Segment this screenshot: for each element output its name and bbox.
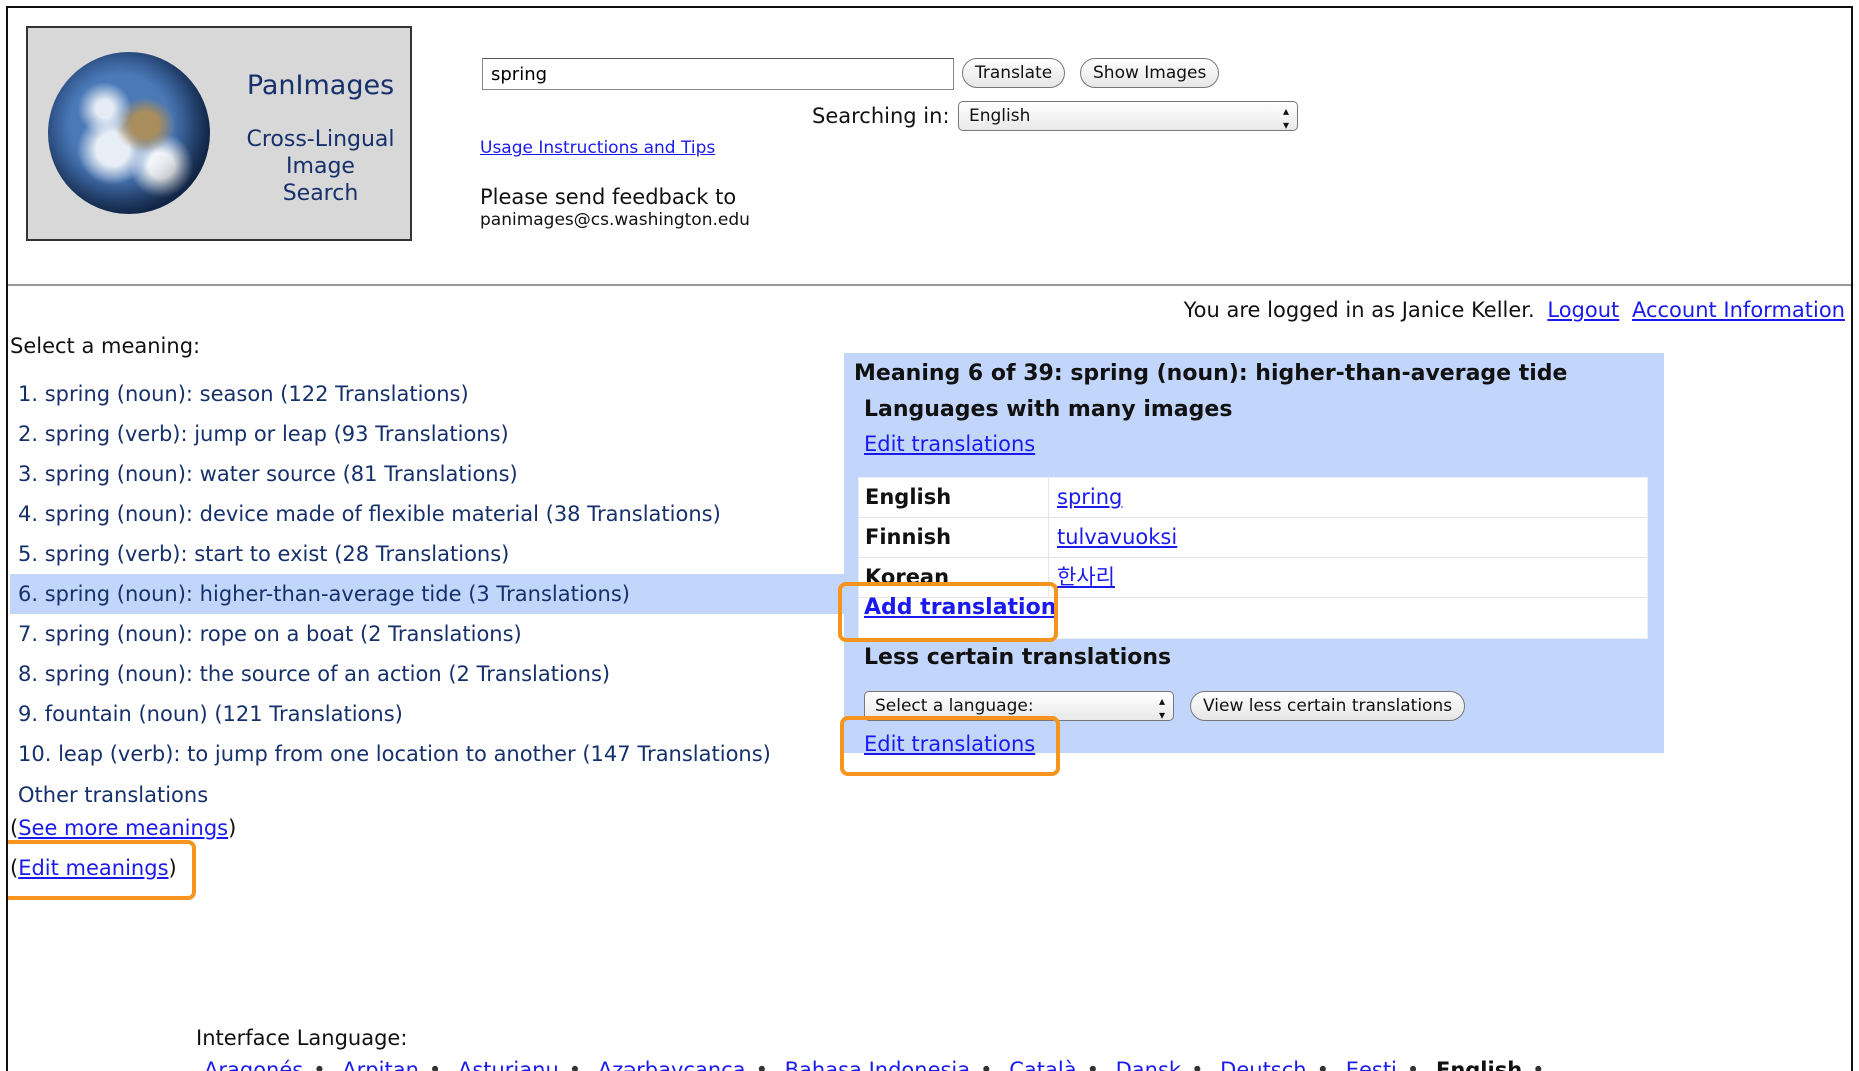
meanings-list: 1. spring (noun): season (122 Translatio… bbox=[10, 374, 850, 774]
less-certain-heading: Less certain translations bbox=[864, 645, 1172, 670]
feedback-email: panimages@cs.washington.edu bbox=[480, 210, 750, 230]
edit-translations-link[interactable]: Edit translations bbox=[864, 432, 1035, 456]
meaning-item[interactable]: 9. fountain (noun) (121 Translations) bbox=[10, 694, 850, 734]
globe-icon bbox=[48, 52, 210, 214]
meaning-item[interactable]: 1. spring (noun): season (122 Translatio… bbox=[10, 374, 850, 414]
meaning-item[interactable]: 7. spring (noun): rope on a boat (2 Tran… bbox=[10, 614, 850, 654]
interface-language-link[interactable]: Aragonés bbox=[204, 1058, 303, 1071]
logo-title: PanImages bbox=[246, 70, 395, 101]
logout-link[interactable]: Logout bbox=[1547, 298, 1619, 322]
login-status: You are logged in as Janice Keller. Logo… bbox=[1184, 298, 1845, 322]
translation-word-link[interactable]: spring bbox=[1057, 485, 1122, 509]
other-translations-item[interactable]: Other translations bbox=[18, 783, 208, 807]
highlight-add-translation bbox=[838, 582, 1058, 642]
search-language-value: English bbox=[969, 106, 1031, 126]
logo-subtitle: Cross-Lingual Image Search bbox=[238, 126, 403, 207]
usage-instructions-link[interactable]: Usage Instructions and Tips bbox=[480, 138, 715, 158]
meaning-item[interactable]: 3. spring (noun): water source (81 Trans… bbox=[10, 454, 850, 494]
show-images-button[interactable]: Show Images bbox=[1080, 58, 1220, 88]
meaning-item-selected[interactable]: 6. spring (noun): higher-than-average ti… bbox=[10, 574, 850, 614]
interface-language-link[interactable]: Deutsch bbox=[1220, 1058, 1306, 1071]
logo-subtitle-line: Search bbox=[282, 181, 359, 206]
languages-many-images-heading: Languages with many images bbox=[864, 397, 1233, 422]
interface-language-current: English bbox=[1435, 1058, 1523, 1071]
meaning-item[interactable]: 8. spring (noun): the source of an actio… bbox=[10, 654, 850, 694]
interface-language-link[interactable]: Eesti bbox=[1346, 1058, 1397, 1071]
account-information-link[interactable]: Account Information bbox=[1632, 298, 1845, 322]
meaning-item[interactable]: 4. spring (noun): device made of flexibl… bbox=[10, 494, 850, 534]
select-meaning-heading: Select a meaning: bbox=[10, 334, 201, 358]
logged-in-text: You are logged in as Janice Keller. bbox=[1183, 298, 1535, 322]
logo-box: PanImages Cross-Lingual Image Search bbox=[26, 26, 412, 241]
meaning-item[interactable]: 5. spring (verb): start to exist (28 Tra… bbox=[10, 534, 850, 574]
page-frame: PanImages Cross-Lingual Image Search Tra… bbox=[6, 6, 1853, 1071]
select-language-placeholder: Select a language: bbox=[875, 696, 1034, 716]
select-arrows-icon: ▴ ▾ bbox=[1282, 104, 1289, 132]
divider bbox=[8, 284, 1851, 286]
table-row: Finnish tulvavuoksi bbox=[859, 518, 1647, 558]
searching-in-label: Searching in: bbox=[812, 104, 950, 128]
table-row: English spring bbox=[859, 478, 1647, 518]
logo-subtitle-line: Image bbox=[286, 154, 355, 179]
translation-word-link[interactable]: tulvavuoksi bbox=[1057, 525, 1177, 549]
translation-language: English bbox=[859, 478, 1049, 517]
search-input[interactable] bbox=[482, 58, 954, 90]
search-language-select[interactable]: English ▴ ▾ bbox=[958, 101, 1298, 132]
translate-button[interactable]: Translate bbox=[962, 58, 1066, 88]
see-more-meanings: (See more meanings) bbox=[10, 816, 237, 840]
logo-subtitle-line: Cross-Lingual bbox=[246, 127, 395, 152]
translation-word-link[interactable]: 한사리 bbox=[1057, 565, 1115, 589]
interface-language-link[interactable]: Dansk bbox=[1116, 1058, 1181, 1071]
select-arrows-icon: ▴ ▾ bbox=[1158, 694, 1165, 722]
meaning-detail-title: Meaning 6 of 39: spring (noun): higher-t… bbox=[854, 361, 1568, 386]
meaning-item[interactable]: 2. spring (verb): jump or leap (93 Trans… bbox=[10, 414, 850, 454]
interface-language-link[interactable]: Arpitan bbox=[342, 1058, 419, 1071]
feedback-text: Please send feedback to bbox=[480, 185, 737, 209]
interface-language-link[interactable]: Català bbox=[1009, 1058, 1076, 1071]
interface-language-link[interactable]: Asturianu bbox=[458, 1058, 559, 1071]
see-more-meanings-link[interactable]: See more meanings bbox=[18, 816, 228, 840]
interface-language-list: Aragonés • Arpitan • Asturianu • Azərbaycan… bbox=[204, 1058, 1555, 1071]
translation-language: Finnish bbox=[859, 518, 1049, 557]
meaning-item[interactable]: 10. leap (verb): to jump from one locati… bbox=[10, 734, 850, 774]
view-less-certain-button[interactable]: View less certain translations bbox=[1190, 691, 1466, 721]
meaning-detail-panel: Meaning 6 of 39: spring (noun): higher-t… bbox=[844, 353, 1664, 756]
highlight-edit-meanings bbox=[8, 840, 196, 900]
interface-language-link[interactable]: Bahasa Indonesia bbox=[785, 1058, 971, 1071]
interface-language-label: Interface Language: bbox=[196, 1026, 408, 1050]
highlight-edit-translations bbox=[840, 716, 1060, 776]
interface-language-link[interactable]: Azərbaycanca bbox=[598, 1058, 746, 1071]
